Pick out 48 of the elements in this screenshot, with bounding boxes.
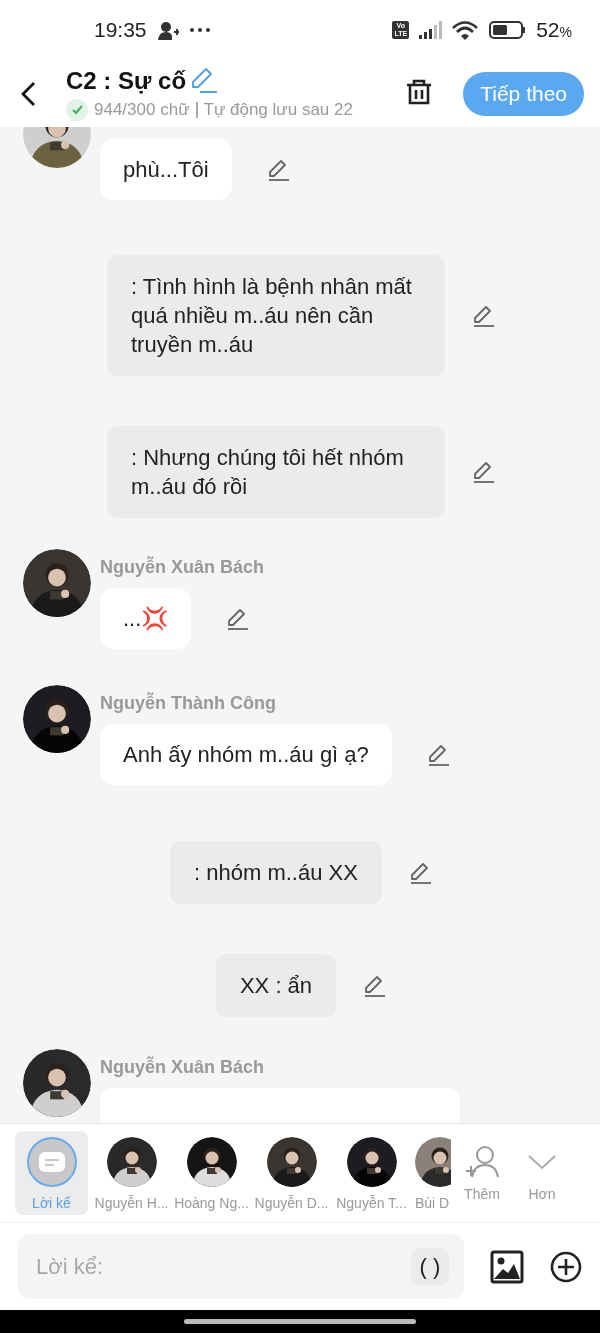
autosave-text: Tự động lưu sau 22: [203, 99, 353, 120]
more-icon: [188, 26, 211, 34]
cast-member[interactable]: Lời kể: [15, 1131, 88, 1215]
add-button[interactable]: [550, 1250, 582, 1283]
narration-bubble: : Nhưng chúng tôi hết nhóm m..áu đó rồi: [107, 426, 445, 518]
divider-bar: [195, 101, 198, 118]
message-input-field[interactable]: Lời kể: ( ): [18, 1234, 464, 1299]
edit-button[interactable]: [471, 303, 495, 328]
message-text: Anh ấy nhóm m..áu gì ạ?: [123, 741, 369, 769]
next-button[interactable]: Tiếp theo: [463, 71, 584, 116]
message-text: ...💢: [123, 605, 169, 633]
signal-icon: [419, 21, 443, 39]
pencil-icon: [362, 973, 387, 998]
cast-member[interactable]: Bùi D: [415, 1131, 451, 1215]
edit-button[interactable]: [471, 460, 495, 484]
saved-check-icon: [66, 98, 88, 121]
chapter-title: C2 : Sự cố: [66, 66, 187, 95]
cast-member[interactable]: Nguyễn D...: [255, 1131, 328, 1215]
status-time: 19:35: [94, 18, 147, 42]
cast-member[interactable]: Nguyễn T...: [335, 1131, 408, 1215]
add-contact-icon: [156, 20, 179, 40]
pencil-icon: [471, 460, 495, 484]
pencil-icon: [225, 606, 250, 631]
edit-button[interactable]: [225, 606, 250, 631]
character-name: Nguyễn Thành Công: [100, 693, 277, 713]
chevron-down-icon: [527, 1154, 557, 1170]
narration-bubble: : nhóm m..áu XX: [170, 841, 382, 904]
cast-member[interactable]: Nguyễn H...: [95, 1131, 168, 1215]
pencil-icon: [471, 303, 495, 328]
wifi-icon: [452, 19, 480, 41]
edit-title-button[interactable]: [190, 66, 219, 95]
narration-bubble: : Tình hình là bệnh nhân mất quá nhiều m..áu nên cần truyền m..áu: [107, 255, 445, 376]
message-text: phù...Tôi: [123, 156, 209, 184]
image-button[interactable]: [490, 1249, 524, 1284]
battery-icon: [489, 21, 527, 39]
add-person-icon: [464, 1144, 500, 1180]
character-name: Nguyễn Xuân Bách: [100, 557, 265, 577]
battery-percent: 52%: [536, 18, 572, 42]
add-character-button[interactable]: Thêm: [452, 1144, 512, 1202]
edit-button[interactable]: [362, 973, 387, 998]
character-name: Nguyễn Xuân Bách: [100, 1057, 266, 1077]
word-count: 944/300 chữ: [94, 99, 190, 120]
narration-bubble: XX : ẩn: [215, 954, 337, 1017]
parentheses-button[interactable]: ( ): [411, 1247, 449, 1286]
narrator-icon: [38, 1152, 65, 1172]
cast-member[interactable]: Hoàng Ng...: [175, 1131, 248, 1215]
back-icon: [20, 80, 38, 107]
more-button[interactable]: Hơn: [512, 1144, 572, 1202]
